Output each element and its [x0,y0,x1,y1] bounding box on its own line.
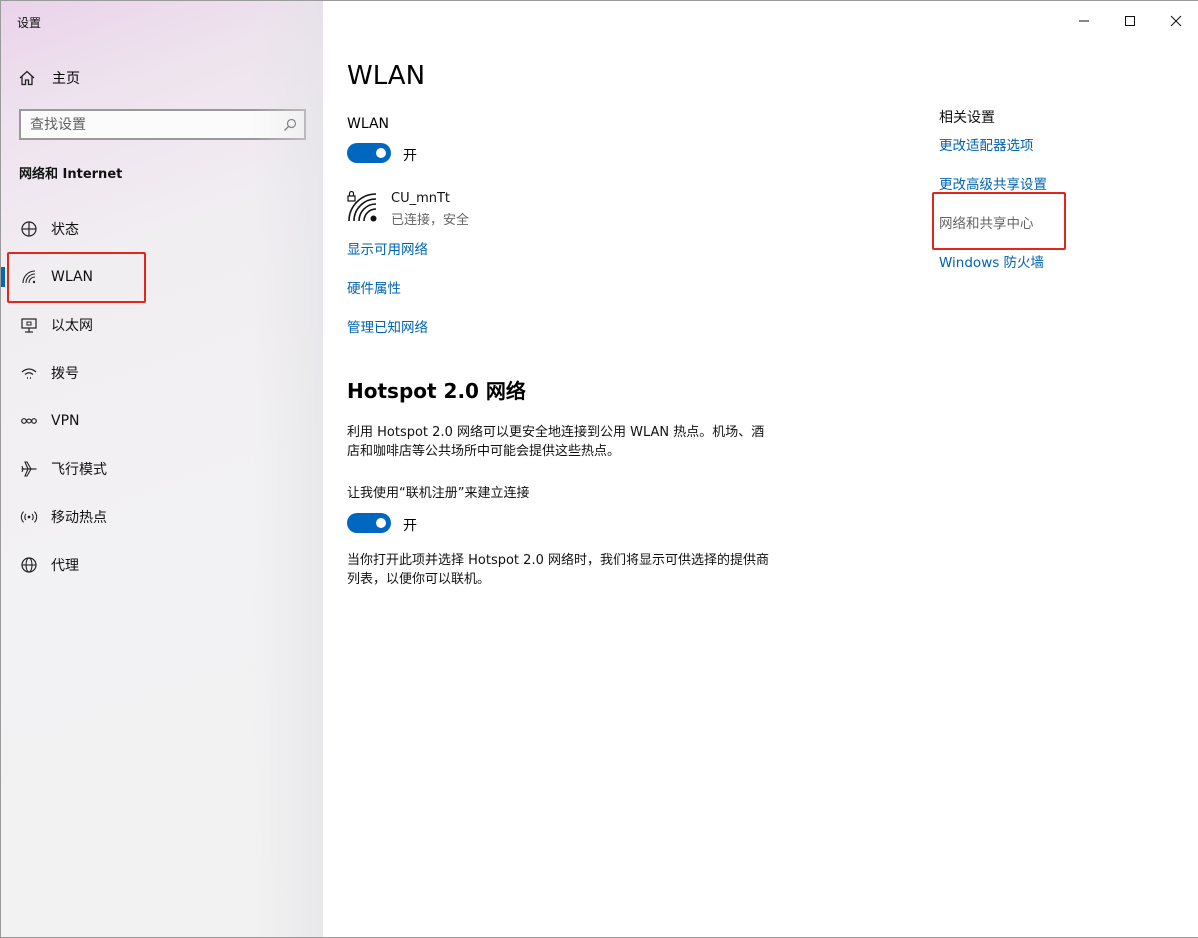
network-name: CU_mnTt [391,191,451,206]
close-icon [1170,15,1182,27]
change-advanced-sharing-link[interactable]: 更改高级共享设置 [939,173,1047,193]
network-sharing-center-link[interactable]: 网络和共享中心 [939,212,1034,232]
page-title: WLAN [347,61,426,91]
home-nav-item[interactable]: 主页 [17,67,80,89]
minimize-button[interactable] [1061,1,1107,41]
settings-window: 设置 主页 网络和 Internet 状态 [0,0,1198,938]
sidebar-item-proxy[interactable]: 代理 [1,541,323,589]
toggle-knob [376,148,386,158]
sidebar: 设置 主页 网络和 Internet 状态 [1,1,323,937]
minimize-icon [1079,20,1089,22]
ethernet-icon [19,315,39,335]
hotspot-icon [19,507,39,527]
wlan-label: WLAN [347,116,390,132]
manage-known-networks-link[interactable]: 管理已知网络 [347,316,428,336]
related-settings-title: 相关设置 [939,110,995,126]
home-icon [17,68,37,88]
airplane-icon [19,459,39,479]
window-controls [1061,1,1198,41]
sidebar-item-dialup[interactable]: 拨号 [1,349,323,397]
secured-wifi-icon [347,187,379,227]
hotspot-description-line: 利用 Hotspot 2.0 网络可以更安全地连接到公用 WLAN 热点。机场、… [347,425,765,440]
network-status: 已连接，安全 [391,213,470,228]
toggle-knob [376,518,386,528]
signup-toggle[interactable] [347,513,391,533]
hotspot-description: 利用 Hotspot 2.0 网络可以更安全地连接到公用 WLAN 热点。机场、… [347,423,797,461]
signup-note-line: 当你打开此项并选择 Hotspot 2.0 网络时，我们将显示可供选择的提供商 [347,553,769,568]
sidebar-item-ethernet[interactable]: 以太网 [1,301,323,349]
hotspot-description-line: 店和咖啡店等公共场所中可能会提供这些热点。 [347,444,621,459]
hotspot-heading: Hotspot 2.0 网络 [347,379,526,403]
search-box[interactable] [19,109,306,140]
sidebar-item-label: 代理 [51,558,79,574]
sidebar-item-label: VPN [51,413,80,429]
sidebar-item-label: 飞行模式 [51,462,107,478]
wlan-toggle-text: 开 [403,148,417,164]
main-content: WLAN WLAN 开 CU_mnTt 已连接，安全 显示可用网络 硬件属性 管… [323,1,1198,937]
status-icon [19,219,39,239]
sidebar-item-label: 拨号 [51,366,79,382]
window-title: 设置 [17,16,42,30]
sidebar-item-label: 状态 [51,222,79,238]
dialup-icon [19,363,39,383]
signup-note-line: 列表，以便你可以联机。 [347,572,491,587]
maximize-icon [1125,16,1135,26]
sidebar-item-status[interactable]: 状态 [1,205,323,253]
signup-note: 当你打开此项并选择 Hotspot 2.0 网络时，我们将显示可供选择的提供商 … [347,551,797,589]
nav-list: 状态 WLAN 以太网 拨号 VPN 飞行模式 移动热点 代理 [1,205,323,589]
sidebar-item-wlan[interactable]: WLAN [1,253,323,301]
windows-firewall-link[interactable]: Windows 防火墙 [939,251,1044,271]
wlan-toggle[interactable] [347,143,391,163]
search-input[interactable] [21,111,276,138]
hardware-properties-link[interactable]: 硬件属性 [347,277,401,297]
sidebar-item-label: 以太网 [51,318,93,334]
home-label: 主页 [52,71,80,87]
connected-network[interactable]: CU_mnTt 已连接，安全 [347,187,469,228]
sidebar-item-airplane[interactable]: 飞行模式 [1,445,323,493]
signup-toggle-text: 开 [403,518,417,534]
maximize-button[interactable] [1107,1,1153,41]
vpn-icon [19,411,39,431]
signup-label: 让我使用“联机注册”来建立连接 [347,486,530,501]
change-adapter-options-link[interactable]: 更改适配器选项 [939,134,1034,154]
close-button[interactable] [1153,1,1198,41]
wifi-icon [19,267,39,287]
search-icon[interactable] [276,111,304,138]
sidebar-item-vpn[interactable]: VPN [1,397,323,445]
globe-icon [19,555,39,575]
sidebar-item-label: WLAN [51,269,94,285]
sidebar-item-hotspot[interactable]: 移动热点 [1,493,323,541]
section-title: 网络和 Internet [19,167,123,182]
sidebar-item-label: 移动热点 [51,510,107,526]
show-available-networks-link[interactable]: 显示可用网络 [347,238,428,258]
